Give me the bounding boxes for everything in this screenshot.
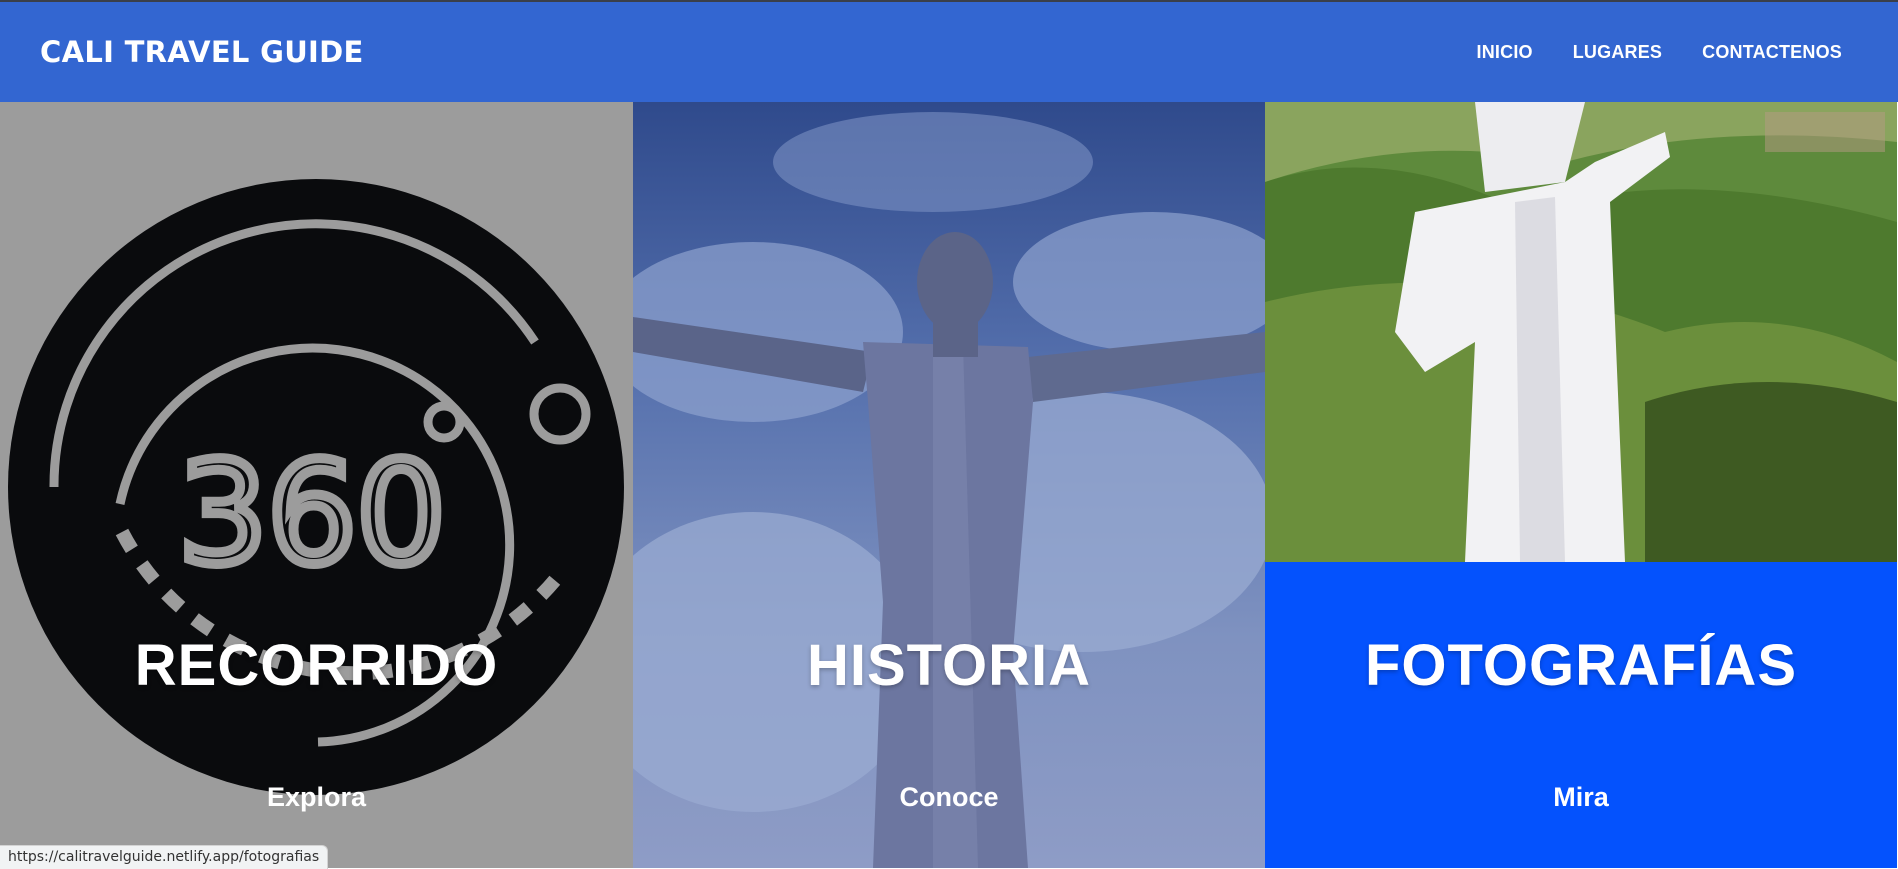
cristo-rey-statue-sky-image [633,112,1265,868]
panel-subtitle-explora: Explora [266,782,367,812]
panel-historia[interactable]: HISTORIA Conoce [633,102,1265,868]
panel-subtitle-conoce: Conoce [899,782,999,812]
panel-subtitle-mira: Mira [1553,782,1609,812]
panel-fotografias[interactable]: FOTOGRAFÍAS Mira [1265,102,1897,868]
svg-text:360: 360 [178,433,445,596]
nav-link-inicio[interactable]: INICIO [1477,42,1533,63]
panel-recorrido[interactable]: 360 RECORRIDO Explora [0,102,633,868]
feature-panels: 360 RECORRIDO Explora HISTORIA Conoce FO… [0,102,1898,868]
brand-logo-text[interactable]: CALI TRAVEL GUIDE [40,35,364,69]
panel-title-recorrido: RECORRIDO [134,633,499,698]
navbar: CALI TRAVEL GUIDE INICIO LUGARES CONTACT… [0,2,1898,102]
main-nav: INICIO LUGARES CONTACTENOS [1477,42,1858,63]
360-degree-icon: 360 [8,179,624,795]
link-status-url: https://calitravelguide.netlify.app/foto… [0,845,329,869]
nav-link-lugares[interactable]: LUGARES [1573,42,1662,63]
panel-title-fotografias: FOTOGRAFÍAS [1364,633,1798,698]
panel-title-historia: HISTORIA [806,633,1092,698]
nav-link-contactenos[interactable]: CONTACTENOS [1702,42,1842,63]
cristo-rey-statue-hills-image [1265,102,1897,562]
